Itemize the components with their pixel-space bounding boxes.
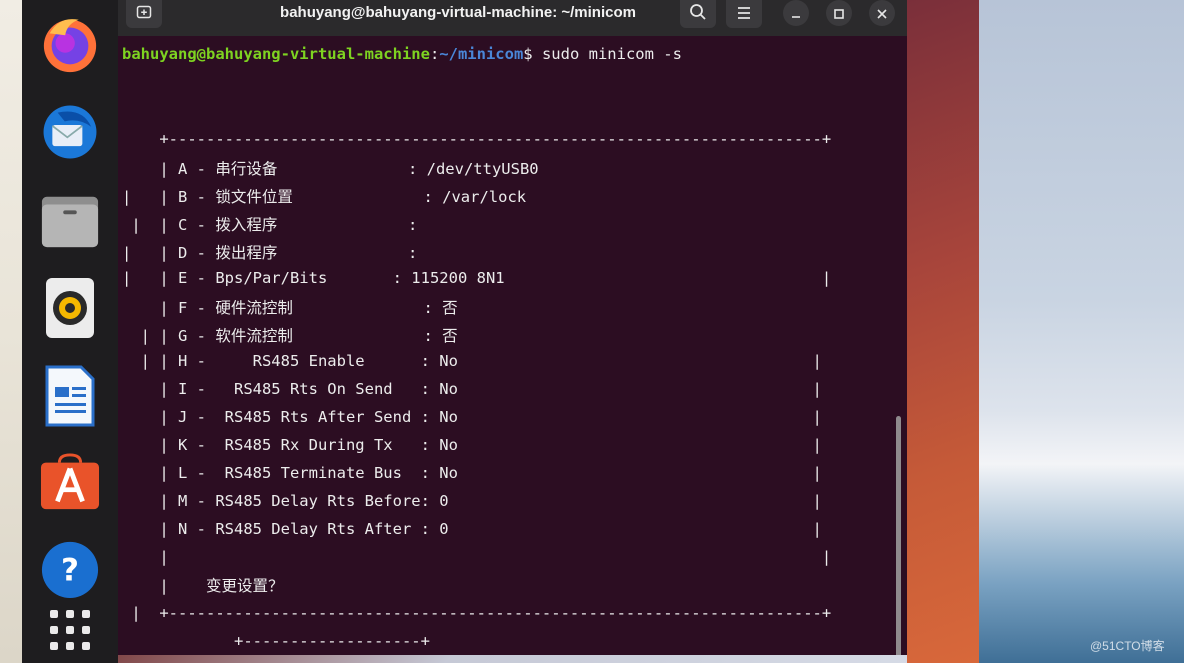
watermark: @51CTO博客 <box>1090 639 1165 653</box>
minimize-icon <box>791 4 801 23</box>
app-center-icon[interactable] <box>40 452 100 512</box>
prompt-path: ~/minicom <box>439 45 524 63</box>
dock: ? <box>22 0 118 663</box>
window-title: bahuyang@bahuyang-virtual-machine: ~/min… <box>280 4 636 21</box>
menu-row-g: | | G - 软件流控制 : 否 <box>122 327 458 345</box>
thunderbird-icon[interactable] <box>40 102 100 162</box>
hamburger-menu-icon <box>736 5 752 24</box>
desktop-wallpaper-accent <box>907 0 979 663</box>
menu-row-j: | J - RS485 Rts After Send : No | <box>122 408 822 426</box>
menu-row-k: | K - RS485 Rx During Tx : No | <box>122 436 822 454</box>
menu-row-f: | F - 硬件流控制 : 否 <box>122 299 458 317</box>
menu-row-i: | I - RS485 Rts On Send : No | <box>122 380 822 398</box>
menu-row-c: | | C - 拨入程序 : <box>122 216 418 234</box>
prompt-symbol: $ <box>523 45 533 63</box>
menu-change-settings-prompt: | 变更设置？ <box>122 577 284 595</box>
prompt-user-host: bahuyang@bahuyang-virtual-machine <box>122 45 430 63</box>
rhythmbox-icon[interactable] <box>40 278 100 338</box>
search-button[interactable] <box>680 0 716 28</box>
minimize-button[interactable] <box>783 0 809 26</box>
desktop-wallpaper-left <box>0 0 22 663</box>
menu-row-n: | N - RS485 Delay Rts After : 0 | <box>122 520 822 538</box>
new-tab-icon <box>136 4 152 24</box>
menu-row-h: | | H - RS485 Enable : No | <box>122 352 822 370</box>
menu-row-empty: | | <box>122 548 832 566</box>
terminal-window: bahuyang@bahuyang-virtual-machine: ~/min… <box>118 0 907 655</box>
menu-top-border: +---------------------------------------… <box>122 130 832 148</box>
sub-box-border: +-------------------+ <box>122 632 430 650</box>
libreoffice-writer-icon[interactable] <box>40 365 100 427</box>
menu-row-m: | M - RS485 Delay Rts Before: 0 | <box>122 492 822 510</box>
svg-text:?: ? <box>61 553 79 589</box>
maximize-button[interactable] <box>826 0 852 26</box>
firefox-icon[interactable] <box>40 14 100 74</box>
shell-prompt-line: bahuyang@bahuyang-virtual-machine:~/mini… <box>122 45 682 63</box>
menu-bottom-border: | +-------------------------------------… <box>122 604 832 622</box>
help-icon[interactable]: ? <box>40 538 100 598</box>
prompt-colon: : <box>429 45 440 63</box>
search-icon <box>689 3 707 25</box>
maximize-icon <box>834 4 844 23</box>
show-applications-icon[interactable] <box>40 600 100 660</box>
terminal-titlebar: bahuyang@bahuyang-virtual-machine: ~/min… <box>118 0 907 36</box>
files-icon[interactable] <box>40 190 100 250</box>
menu-row-a: | A - 串行设备 : /dev/ttyUSB0 <box>122 160 539 178</box>
menu-row-l: | L - RS485 Terminate Bus : No | <box>122 464 822 482</box>
menu-row-e: | | E - Bps/Par/Bits : 115200 8N1 | <box>122 269 832 287</box>
terminal-screen[interactable]: bahuyang@bahuyang-virtual-machine:~/mini… <box>118 36 907 655</box>
close-button[interactable] <box>869 0 895 26</box>
menu-button[interactable] <box>726 0 762 28</box>
menu-row-d: | | D - 拨出程序 : <box>122 244 418 262</box>
menu-row-b: | | B - 锁文件位置 : /var/lock <box>122 188 527 206</box>
close-icon <box>877 4 887 23</box>
prompt-command: sudo minicom -s <box>532 45 682 63</box>
new-tab-button[interactable] <box>126 0 162 28</box>
terminal-scrollbar[interactable] <box>896 416 901 655</box>
